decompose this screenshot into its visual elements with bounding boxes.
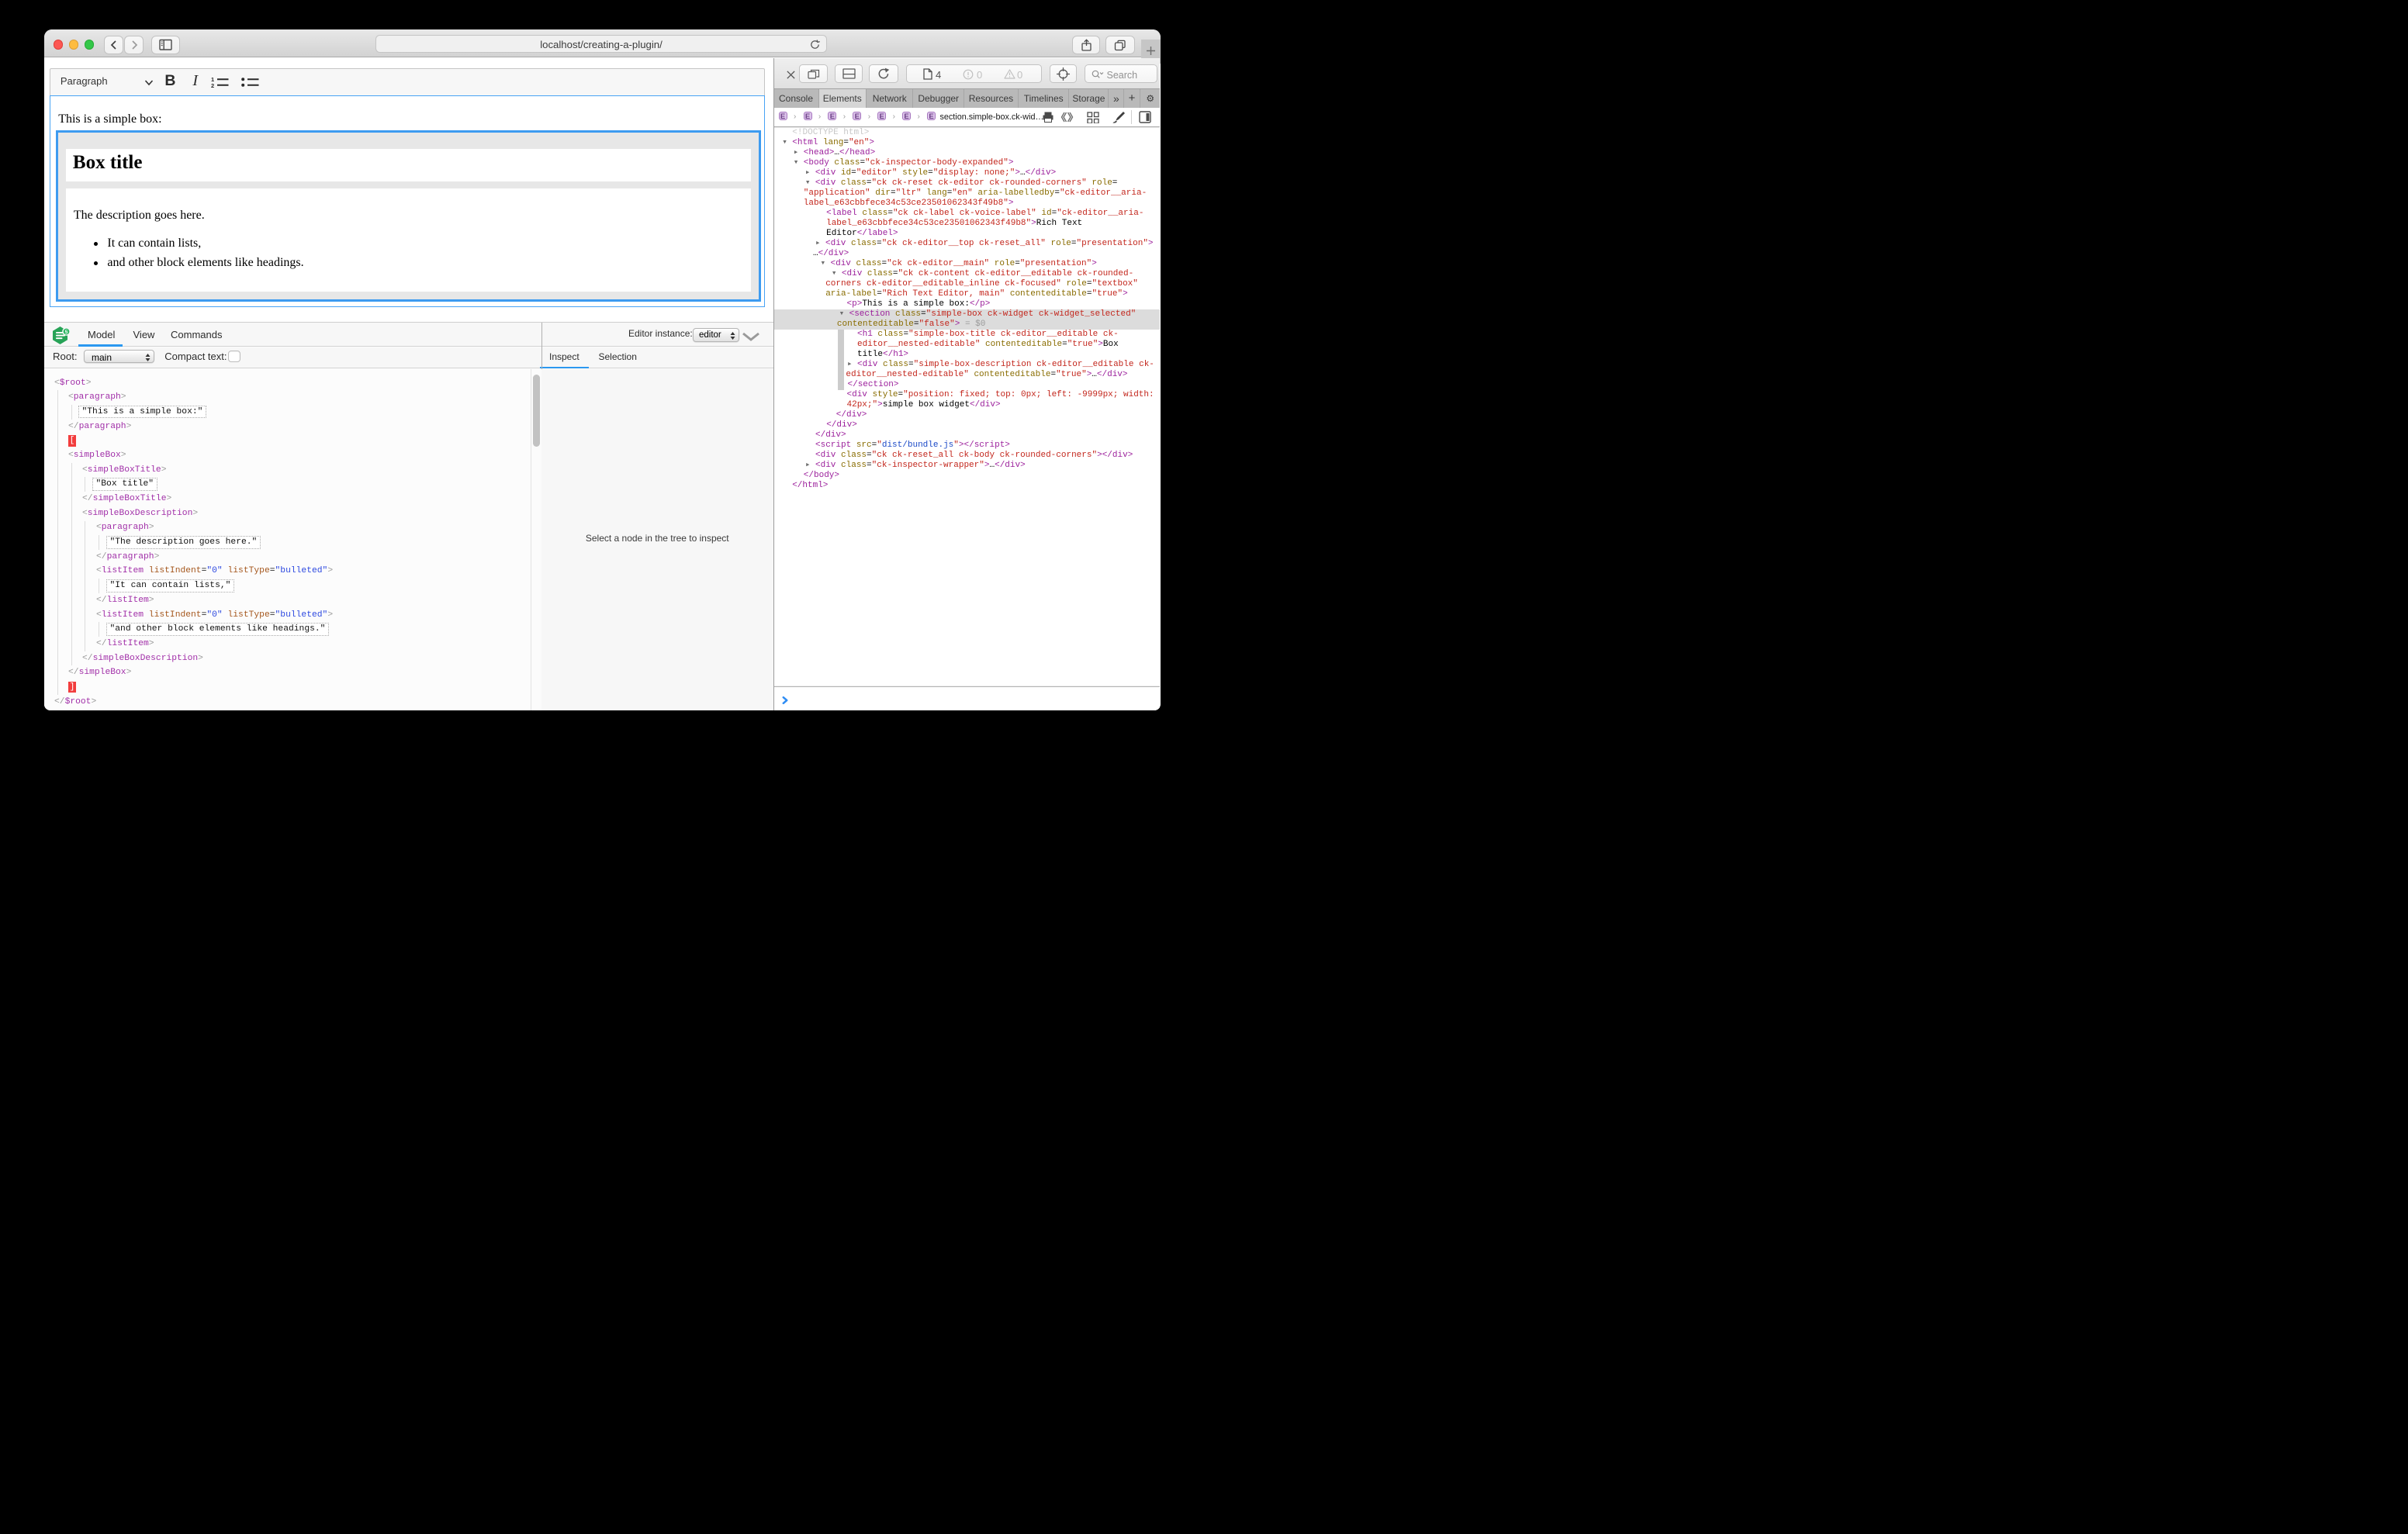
svg-text:5: 5 [64, 330, 67, 335]
svg-text:2: 2 [211, 82, 214, 88]
